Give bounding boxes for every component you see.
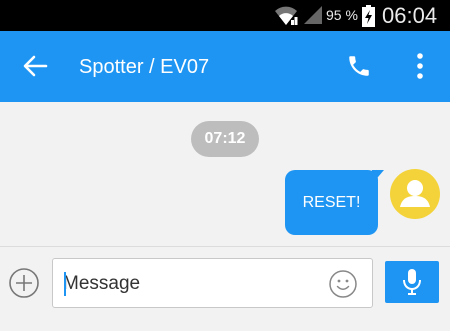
message-input[interactable] (63, 272, 323, 296)
message-composer (0, 246, 450, 331)
app-bar: Spotter / EV07 (0, 31, 450, 102)
overflow-menu-icon[interactable] (412, 52, 428, 80)
battery-charging-icon (362, 5, 375, 27)
microphone-button[interactable] (385, 261, 439, 303)
microphone-icon (403, 269, 421, 295)
message-bubble-tail (372, 170, 384, 184)
wifi-icon (275, 6, 298, 25)
conversation-title: Spotter / EV07 (79, 56, 210, 78)
message-input-box[interactable] (52, 258, 373, 308)
status-bar: 95 % 06:04 (0, 0, 450, 31)
text-cursor (64, 272, 66, 296)
back-arrow-icon[interactable] (22, 54, 48, 78)
battery-percent: 95 % (326, 7, 358, 23)
add-circle-icon[interactable] (8, 267, 40, 299)
status-clock: 06:04 (382, 3, 438, 28)
message-thread: 07:12 RESET! (0, 102, 450, 246)
signal-icon (304, 6, 322, 24)
timestamp-chip: 07:12 (191, 121, 259, 157)
outgoing-message-bubble[interactable]: RESET! (285, 170, 378, 235)
avatar[interactable] (390, 169, 440, 219)
phone-icon[interactable] (346, 53, 372, 79)
emoji-icon[interactable] (329, 270, 357, 298)
